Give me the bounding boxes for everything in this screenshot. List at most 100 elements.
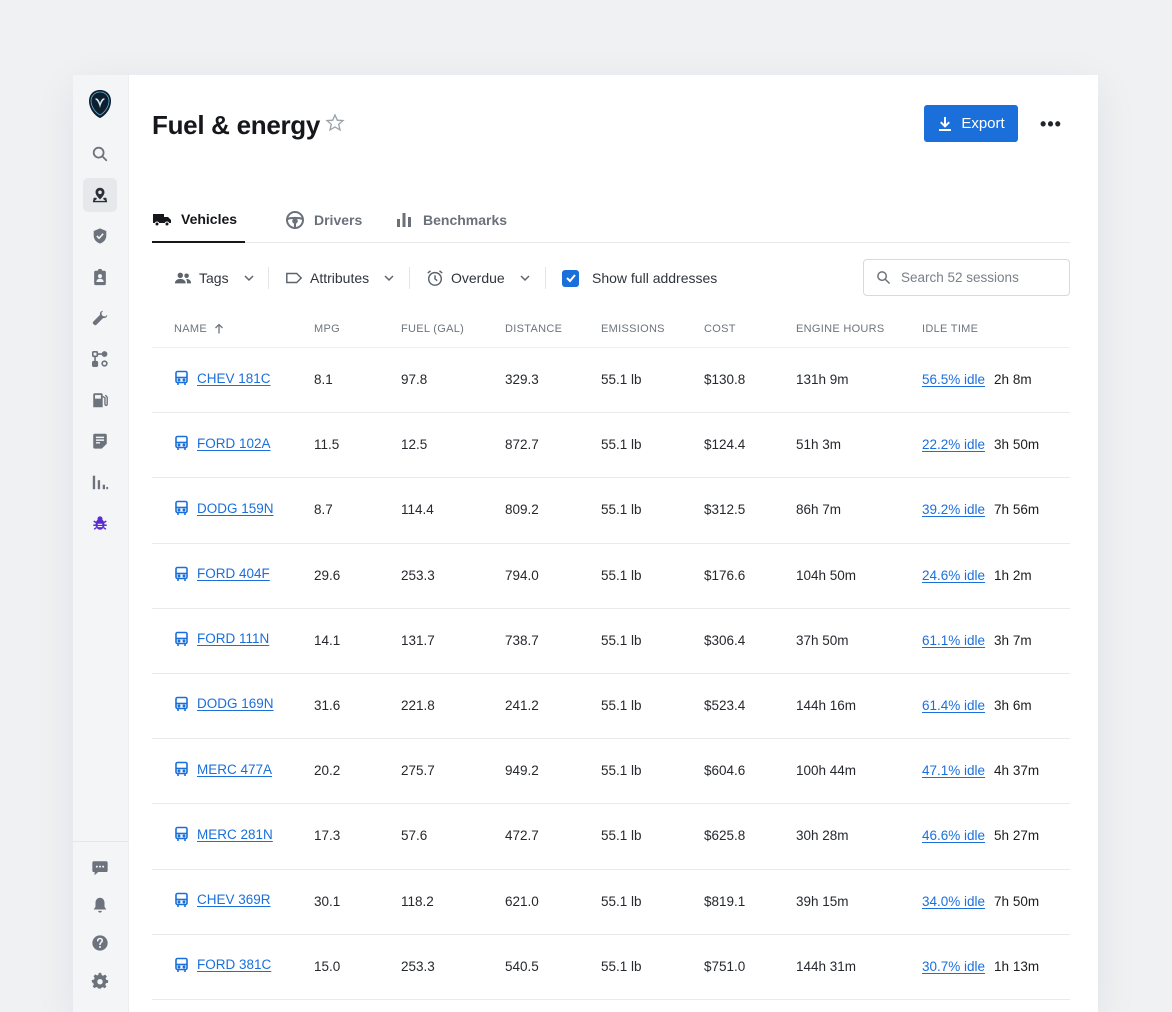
bus-icon [175,370,188,385]
mpg-cell: 30.1 [314,893,341,909]
vehicle-link[interactable]: MERC 477A [197,762,272,777]
column-header-engine-hours[interactable]: ENGINE HOURS [796,323,885,335]
show-addresses-checkbox[interactable] [562,269,579,287]
sidebar-item-notifications[interactable] [83,888,117,922]
emissions-cell: 55.1 lb [601,567,642,583]
idle-percent-link[interactable]: 22.2% idle [922,437,985,452]
sidebar-item-compliance[interactable] [83,260,117,294]
idle-percent-link[interactable]: 24.6% idle [922,568,985,583]
table-row[interactable]: CHEV 181C 8.1 97.8 329.3 55.1 lb $130.8 … [152,348,1070,414]
table-row[interactable]: DODG 169N 31.6 221.8 241.2 55.1 lb $523.… [152,674,1070,740]
vehicle-link[interactable]: DODG 159N [197,501,274,516]
export-button[interactable]: Export [924,105,1018,142]
sidebar-item-reports[interactable] [83,465,117,499]
sidebar-item-search[interactable] [83,137,117,171]
search-icon [92,146,108,162]
idle-percent-link[interactable]: 39.2% idle [922,502,985,517]
column-header-cost[interactable]: COST [704,323,736,335]
idle-time-cell: 24.6% idle 1h 2m [922,568,1032,583]
favorite-star-icon[interactable] [325,113,345,133]
idle-percent-link[interactable]: 47.1% idle [922,763,985,778]
sidebar-item-help[interactable] [83,926,117,960]
emissions-cell: 55.1 lb [601,502,642,518]
vehicle-link[interactable]: FORD 381C [197,957,271,972]
sidebar-item-dispatch[interactable] [83,342,117,376]
vehicle-link[interactable]: MERC 281N [197,827,273,842]
table-row[interactable]: MERC 281N 17.3 57.6 472.7 55.1 lb $625.8… [152,804,1070,870]
vehicle-link[interactable]: FORD 102A [197,436,271,451]
table-row[interactable]: MERC 477A 20.2 275.7 949.2 55.1 lb $604.… [152,739,1070,805]
table-body: CHEV 181C 8.1 97.8 329.3 55.1 lb $130.8 … [152,348,1070,1000]
sidebar-item-documents[interactable] [83,424,117,458]
chevron-down-icon [520,275,530,282]
people-icon [174,272,192,284]
vehicle-link[interactable]: CHEV 181C [197,371,271,386]
sidebar [73,75,129,1012]
column-header-fuel[interactable]: FUEL (GAL) [401,323,464,335]
table-row[interactable]: FORD 111N 14.1 131.7 738.7 55.1 lb $306.… [152,609,1070,674]
cost-cell: $523.4 [704,697,746,713]
idle-time-cell: 61.1% idle 3h 7m [922,633,1032,648]
more-options-button[interactable]: ••• [1035,111,1067,137]
tab-benchmarks-label: Benchmarks [423,212,508,228]
table-row[interactable]: FORD 102A 11.5 12.5 872.7 55.1 lb $124.4… [152,413,1070,479]
distance-cell: 809.2 [505,502,539,518]
fuel-cell: 57.6 [401,828,428,844]
table-row[interactable]: CHEV 369R 30.1 118.2 621.0 55.1 lb $819.… [152,870,1070,935]
idle-duration: 3h 50m [994,437,1040,453]
table-row[interactable]: FORD 381C 15.0 253.3 540.5 55.1 lb $751.… [152,935,1070,1000]
bell-icon [93,897,107,913]
idle-percent-link[interactable]: 56.5% idle [922,372,985,387]
sidebar-item-maintenance[interactable] [83,301,117,335]
engine-hours-cell: 104h 50m [796,567,857,583]
column-header-distance[interactable]: DISTANCE [505,323,562,335]
bar-chart-icon [92,475,109,490]
attributes-filter[interactable]: Attributes [285,259,396,297]
vehicle-link[interactable]: FORD 404F [197,566,270,581]
table-row[interactable]: FORD 404F 29.6 253.3 794.0 55.1 lb $176.… [152,544,1070,609]
column-header-name[interactable]: NAME [174,323,225,335]
checkmark-icon [565,274,576,283]
idle-percent-link[interactable]: 61.4% idle [922,698,985,713]
sidebar-item-safety[interactable] [83,219,117,253]
sidebar-item-messages[interactable] [83,851,117,885]
sidebar-item-settings[interactable] [83,964,117,998]
column-header-idle-time[interactable]: IDLE TIME [922,323,978,335]
cost-cell: $130.8 [704,372,746,387]
idle-time-cell: 61.4% idle 3h 6m [922,698,1032,713]
distance-cell: 540.5 [505,958,539,974]
sidebar-item-debug[interactable] [83,506,117,540]
mpg-cell: 15.0 [314,958,341,974]
idle-percent-link[interactable]: 46.6% idle [922,828,985,843]
tab-vehicles-label: Vehicles [181,211,238,227]
column-header-emissions[interactable]: EMISSIONS [601,323,665,335]
tab-benchmarks[interactable]: Benchmarks [394,197,507,243]
fuel-cell: 97.8 [401,372,428,387]
sidebar-item-fuel[interactable] [83,383,117,417]
clipboard-user-icon [94,268,106,286]
logo-icon[interactable] [88,89,112,119]
export-label: Export [961,115,1005,132]
column-header-mpg[interactable]: MPG [314,323,340,335]
idle-percent-link[interactable]: 61.1% idle [922,633,985,648]
mpg-cell: 11.5 [314,437,340,453]
sidebar-item-map[interactable] [83,178,117,212]
cost-cell: $176.6 [704,567,746,583]
search-input[interactable] [901,270,1051,285]
vehicle-link[interactable]: CHEV 369R [197,892,271,907]
overdue-filter[interactable]: Overdue [426,259,532,297]
mpg-cell: 17.3 [314,828,341,844]
idle-percent-link[interactable]: 30.7% idle [922,959,985,974]
idle-duration: 1h 2m [994,567,1032,583]
idle-percent-link[interactable]: 34.0% idle [922,894,985,909]
tags-filter[interactable]: Tags [174,259,256,297]
cost-cell: $124.4 [704,437,746,453]
vehicle-link[interactable]: FORD 111N [197,631,269,646]
vehicle-link[interactable]: DODG 169N [197,696,274,711]
tab-drivers[interactable]: Drivers [285,197,362,243]
tab-vehicles[interactable]: Vehicles [152,197,246,243]
table-row[interactable]: DODG 159N 8.7 114.4 809.2 55.1 lb $312.5… [152,478,1070,544]
search-box[interactable] [863,259,1070,296]
filter-separator [409,267,410,289]
show-addresses-toggle[interactable]: Show full addresses [562,259,717,297]
